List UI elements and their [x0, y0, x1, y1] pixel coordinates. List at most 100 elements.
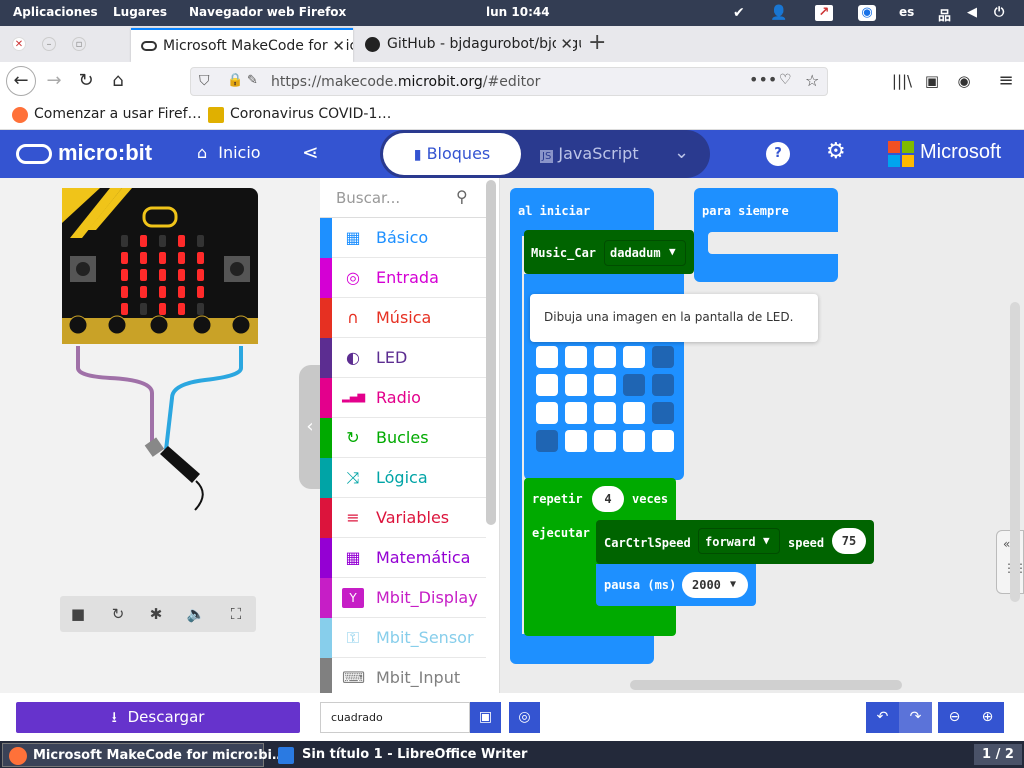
workspace-vscrollbar[interactable] [1010, 302, 1020, 602]
update-icon[interactable]: ↗ [815, 5, 833, 21]
category-mbit-display[interactable]: Y Mbit_Display [320, 578, 486, 618]
category-m-sica[interactable]: ∩ Música [320, 298, 486, 338]
window-minimize-icon[interactable]: – [42, 37, 56, 51]
pocket-icon[interactable]: ♡ [779, 72, 792, 88]
bookmark-star-icon[interactable]: ☆ [805, 71, 819, 90]
window-maximize-icon[interactable]: ▫ [72, 37, 86, 51]
close-tab-icon[interactable]: ✕ [556, 28, 573, 60]
led-editor-grid[interactable] [536, 346, 680, 458]
help-icon[interactable]: ? [766, 142, 790, 166]
forward-icon[interactable]: → [40, 68, 68, 94]
menu-icon[interactable]: ≡ [992, 68, 1020, 94]
led-cell[interactable] [536, 402, 558, 424]
network-icon[interactable]: 品 [938, 5, 951, 24]
led-cell[interactable] [594, 402, 616, 424]
taskbar-writer[interactable]: Sin título 1 - LibreOffice Writer [272, 743, 532, 767]
permissions-icon[interactable]: ✎ [247, 73, 258, 88]
category-entrada[interactable]: ◎ Entrada [320, 258, 486, 298]
share-icon[interactable]: ⋖ [302, 140, 319, 164]
reload-icon[interactable]: ↻ [72, 68, 100, 94]
led-cell[interactable] [565, 374, 587, 396]
tab-makecode[interactable]: Microsoft MakeCode for micro:bit ✕ [131, 28, 353, 62]
led-cell[interactable] [565, 346, 587, 368]
gear-icon[interactable]: ⚙ [826, 139, 846, 164]
library-icon[interactable]: |||\ [888, 68, 916, 94]
bookmark-item[interactable]: Coronavirus COVID-1… [208, 106, 391, 123]
category-mbit-sensor[interactable]: ⚿ Mbit_Sensor [320, 618, 486, 658]
pause-block[interactable]: pausa (ms) 2000 ▼ [596, 564, 756, 606]
category-mbit-input[interactable]: ⌨ Mbit_Input [320, 658, 486, 698]
download-button[interactable]: ⭳ Descargar [16, 702, 300, 733]
github-icon[interactable]: ◎ [509, 702, 540, 733]
led-cell[interactable] [565, 430, 587, 452]
category-b-sico[interactable]: ▦ Básico [320, 218, 486, 258]
forever-block[interactable]: para siempre [694, 188, 838, 282]
lock-icon[interactable]: 🔒 [227, 73, 243, 88]
led-cell[interactable] [623, 374, 645, 396]
javascript-button[interactable]: JS JavaScript [540, 130, 660, 178]
home-icon[interactable]: ⌂ [104, 68, 132, 94]
fullscreen-icon[interactable]: ⛶ [218, 596, 254, 632]
mute-icon[interactable]: 🔈 [178, 596, 214, 632]
workspace-hscrollbar[interactable] [630, 680, 902, 690]
volume-icon[interactable]: ◀ [967, 5, 977, 20]
window-close-icon[interactable]: ✕ [12, 37, 26, 51]
zoom-in-icon[interactable]: ⊕ [971, 702, 1004, 733]
category-radio[interactable]: ▂▄▆ Radio [320, 378, 486, 418]
bookmark-item[interactable]: Comenzar a usar Firef… [12, 106, 202, 123]
search-icon[interactable]: ⚲ [456, 187, 468, 206]
url-bar[interactable]: ⛉ 🔒 ✎ https://makecode.microbit.org/#edi… [190, 67, 828, 96]
on-start-block[interactable]: al iniciar [510, 188, 654, 236]
led-cell[interactable] [652, 374, 674, 396]
collapse-simulator-icon[interactable]: ‹ [299, 365, 321, 489]
zoom-out-icon[interactable]: ⊖ [938, 702, 971, 733]
stop-icon[interactable]: ■ [60, 596, 96, 632]
page-actions-icon[interactable]: ••• [749, 70, 777, 89]
category-variables[interactable]: ≡ Variables [320, 498, 486, 538]
power-icon[interactable]: ⏻ [994, 5, 1004, 20]
search-input[interactable]: Buscar... [336, 189, 400, 207]
music-dropdown[interactable]: dadadum ▼ [604, 240, 686, 266]
toolbox-scrollbar[interactable] [486, 180, 496, 525]
speed-input[interactable]: 75 [832, 528, 866, 554]
chevron-down-icon[interactable]: ⌄ [674, 142, 689, 163]
check-icon[interactable]: ✔ [733, 5, 745, 21]
blocks-button[interactable]: ▮ Bloques [383, 133, 521, 175]
sidebar-icon[interactable]: ▣ [918, 68, 946, 94]
led-cell[interactable] [594, 430, 616, 452]
category-l-gica[interactable]: ⤨ Lógica [320, 458, 486, 498]
close-tab-icon[interactable]: ✕ [328, 30, 345, 62]
category-led[interactable]: ◐ LED [320, 338, 486, 378]
pause-input[interactable]: 2000 ▼ [682, 572, 748, 598]
category-bucles[interactable]: ↻ Bucles [320, 418, 486, 458]
save-icon[interactable]: ▣ [470, 702, 501, 733]
back-icon[interactable]: ← [6, 66, 36, 96]
category-matem-tica[interactable]: ▦ Matemática [320, 538, 486, 578]
new-tab-icon[interactable]: + [588, 30, 606, 55]
music-car-block[interactable]: Music_Car dadadum ▼ [524, 230, 694, 274]
led-cell[interactable] [652, 346, 674, 368]
led-cell[interactable] [652, 430, 674, 452]
undo-icon[interactable]: ↶ [866, 702, 899, 733]
led-cell[interactable] [536, 374, 558, 396]
clock[interactable]: lun 10:44 [486, 5, 550, 19]
direction-dropdown[interactable]: forward ▼ [698, 528, 780, 554]
taskbar-firefox[interactable]: Microsoft MakeCode for micro:bi… [2, 743, 285, 767]
shield-icon[interactable]: ⛉ [199, 73, 210, 89]
car-ctrl-speed-block[interactable]: CarCtrlSpeed forward ▼ speed 75 [596, 520, 874, 564]
screenshot-icon[interactable]: ◉ [858, 5, 876, 21]
led-cell[interactable] [623, 346, 645, 368]
workspace-switcher[interactable]: 1 / 2 [974, 744, 1022, 765]
led-cell[interactable] [652, 402, 674, 424]
led-cell[interactable] [536, 430, 558, 452]
debug-icon[interactable]: ✱ [138, 596, 174, 632]
led-cell[interactable] [565, 402, 587, 424]
applications-menu[interactable]: Aplicaciones [13, 5, 98, 19]
led-cell[interactable] [536, 346, 558, 368]
restart-icon[interactable]: ↻ [100, 596, 136, 632]
language-indicator[interactable]: es [899, 5, 914, 19]
microsoft-logo-icon[interactable] [888, 141, 914, 167]
user-icon[interactable]: 👤 [770, 5, 787, 21]
tab-github[interactable]: GitHub - bjdagurobot/bjdagurobot ✕ [355, 28, 581, 62]
led-cell[interactable] [594, 374, 616, 396]
